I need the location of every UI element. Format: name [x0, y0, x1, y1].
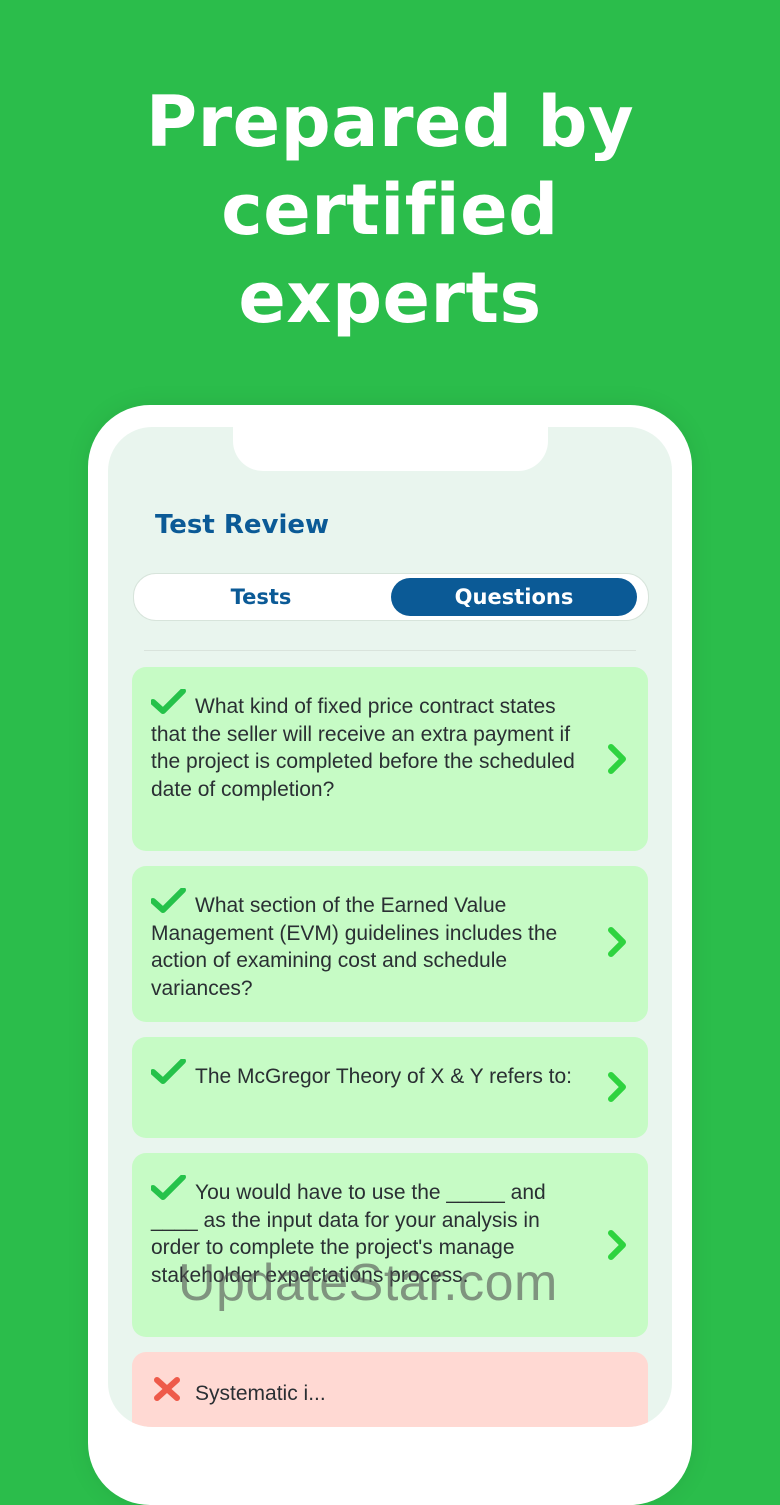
chevron-right-icon[interactable] — [606, 743, 630, 775]
check-icon — [151, 1175, 186, 1200]
tab-tests[interactable]: Tests — [138, 578, 384, 616]
question-content: The McGregor Theory of X & Y refers to: — [151, 1059, 591, 1091]
check-icon — [151, 1059, 186, 1084]
question-card[interactable]: The McGregor Theory of X & Y refers to: — [132, 1037, 648, 1138]
phone-notch — [233, 427, 548, 471]
watermark: UpdateStar.com — [178, 1254, 558, 1312]
phone-frame: Test Review Tests Questions What kind of… — [88, 405, 692, 1505]
chevron-right-icon[interactable] — [606, 1229, 630, 1261]
question-text: What section of the Earned Value Managem… — [151, 894, 558, 1000]
tab-questions[interactable]: Questions — [391, 578, 637, 616]
chevron-right-icon[interactable] — [606, 1071, 630, 1103]
question-card[interactable]: What section of the Earned Value Managem… — [132, 866, 648, 1022]
question-text: What kind of fixed price contract states… — [151, 695, 575, 801]
cross-icon — [154, 1377, 180, 1401]
question-card[interactable]: Systematic i... — [132, 1352, 648, 1427]
question-content: Systematic i... — [151, 1376, 591, 1408]
page-title: Test Review — [155, 510, 330, 540]
check-icon — [151, 689, 186, 714]
question-card[interactable]: What kind of fixed price contract states… — [132, 667, 648, 851]
divider — [144, 650, 636, 651]
question-content: What kind of fixed price contract states… — [151, 689, 591, 803]
question-content: What section of the Earned Value Managem… — [151, 888, 591, 1002]
question-text: Systematic i... — [195, 1382, 326, 1405]
check-icon — [151, 888, 186, 913]
tab-switcher: Tests Questions — [133, 573, 649, 621]
headline: Prepared by certified experts — [0, 78, 780, 342]
question-text: The McGregor Theory of X & Y refers to: — [195, 1065, 572, 1088]
headline-line-2: certified — [221, 169, 559, 251]
headline-line-1: Prepared by — [145, 81, 635, 163]
chevron-right-icon[interactable] — [606, 926, 630, 958]
headline-line-3: experts — [238, 257, 542, 339]
